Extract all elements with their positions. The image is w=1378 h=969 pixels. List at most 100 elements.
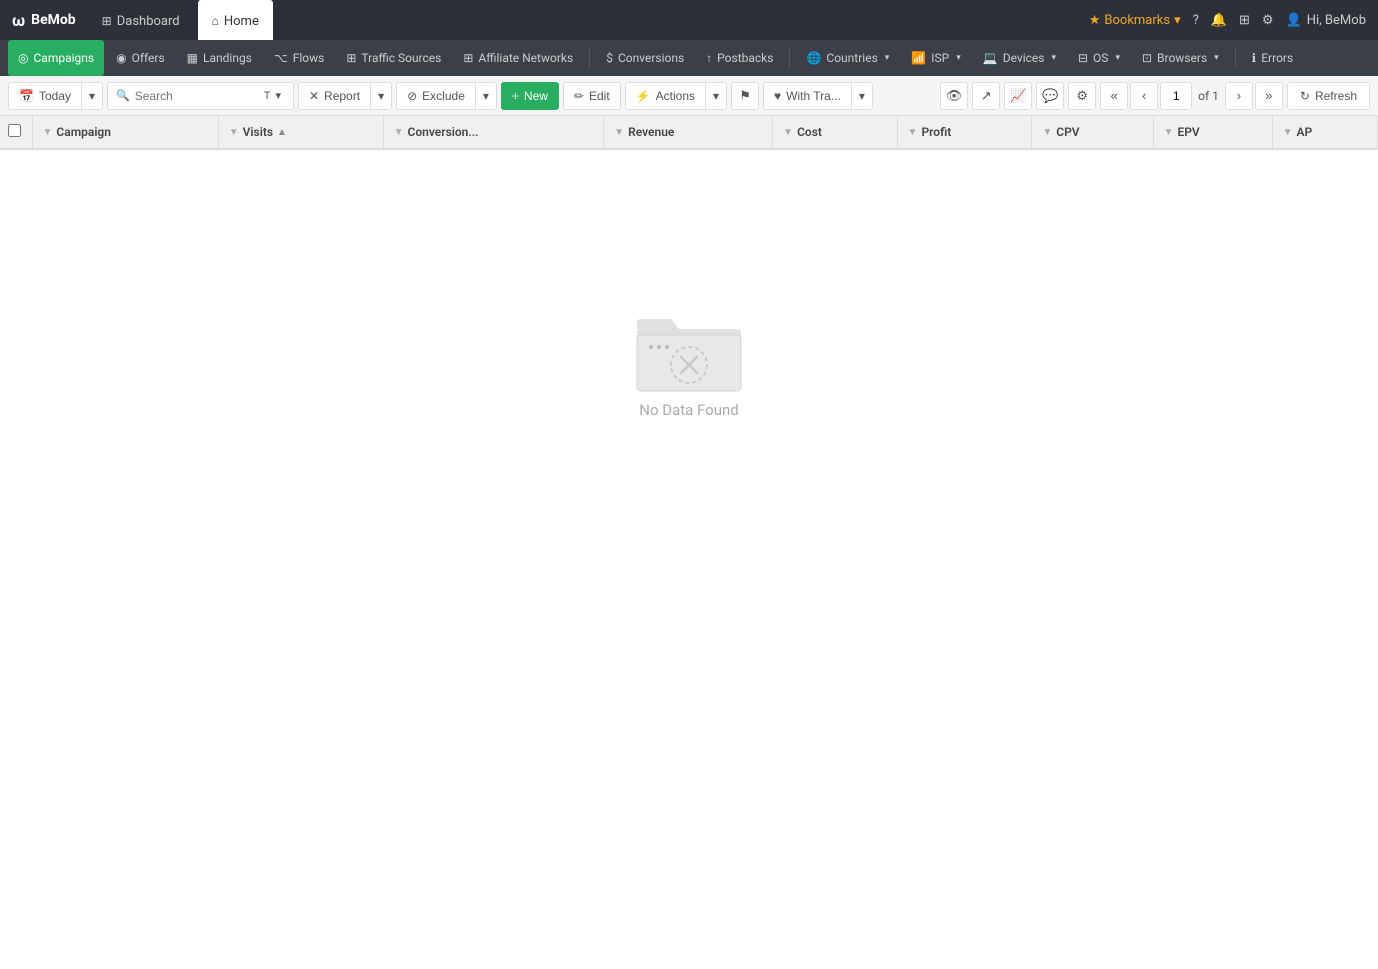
date-picker-dropdown[interactable]: ▾ xyxy=(81,82,103,110)
user-menu[interactable]: 👤 Hi, BeMob xyxy=(1286,13,1366,28)
ap-col-label: AP xyxy=(1296,125,1312,139)
top-bar-left: ω BeMob ⊞ Dashboard ⌂ Home xyxy=(12,0,273,40)
prev-page-icon: ‹ xyxy=(1142,88,1146,103)
nav-countries[interactable]: 🌐 Countries ▾ xyxy=(796,40,899,76)
with-tra-dropdown[interactable]: ▾ xyxy=(851,82,873,110)
first-page-icon: « xyxy=(1111,88,1118,103)
report-chevron: ▾ xyxy=(378,89,384,103)
nav-traffic-sources[interactable]: ⊞ Traffic Sources xyxy=(336,40,451,76)
settings-btn[interactable]: ⚙ xyxy=(1068,82,1096,110)
with-tra-btn[interactable]: ♥ With Tra... xyxy=(763,82,851,110)
nav-flows[interactable]: ⌥ Flows xyxy=(264,40,334,76)
next-page-btn[interactable]: › xyxy=(1225,82,1253,110)
col-visits[interactable]: ▼ Visits ▲ xyxy=(218,116,383,149)
report-dropdown[interactable]: ▾ xyxy=(370,82,392,110)
nav-postbacks[interactable]: ↑ Postbacks xyxy=(696,40,783,76)
cpv-col-label: CPV xyxy=(1056,125,1079,139)
nav-offers[interactable]: ◉ Offers xyxy=(106,40,175,76)
nav-browsers[interactable]: ⊡ Browsers ▾ xyxy=(1132,40,1229,76)
settings-icon[interactable]: ⚙ xyxy=(1262,13,1274,28)
nav-campaigns[interactable]: ◎ Campaigns xyxy=(8,40,104,76)
ap-filter-icon: ▼ xyxy=(1283,127,1293,138)
share-btn[interactable]: ↗ xyxy=(972,82,1000,110)
eye-icon: 👁 xyxy=(946,88,963,104)
col-campaign[interactable]: ▼ Campaign xyxy=(32,116,218,149)
actions-label: Actions xyxy=(656,89,695,103)
devices-chevron: ▾ xyxy=(1051,53,1056,63)
nav-divider-3 xyxy=(1235,48,1236,68)
isp-chevron: ▾ xyxy=(956,53,961,63)
col-cost[interactable]: ▼ Cost xyxy=(773,116,897,149)
actions-dropdown[interactable]: ▾ xyxy=(705,82,727,110)
page-input[interactable] xyxy=(1160,82,1192,110)
col-ap[interactable]: ▼ AP xyxy=(1272,116,1377,149)
next-page-icon: › xyxy=(1237,88,1241,103)
select-all-checkbox[interactable] xyxy=(8,124,21,137)
date-chevron-icon: ▾ xyxy=(89,89,95,103)
postbacks-icon: ↑ xyxy=(706,51,712,65)
tab-home[interactable]: ⌂ Home xyxy=(198,0,273,40)
edit-pencil-icon: ✏ xyxy=(574,89,584,103)
report-group: ✕ Report ▾ xyxy=(298,82,392,110)
nav-errors[interactable]: ℹ Errors xyxy=(1242,40,1304,76)
countries-icon: 🌐 xyxy=(806,51,821,65)
col-epv[interactable]: ▼ EPV xyxy=(1153,116,1272,149)
visits-filter-icon: ▼ xyxy=(229,127,239,138)
exclude-btn[interactable]: ⊘ Exclude xyxy=(396,82,475,110)
campaigns-label: Campaigns xyxy=(33,51,94,65)
bookmarks-btn[interactable]: ★ Bookmarks ▾ xyxy=(1089,13,1181,28)
actions-chevron: ▾ xyxy=(713,89,719,103)
browsers-chevron: ▾ xyxy=(1214,53,1219,63)
date-picker-btn[interactable]: 📅 Today xyxy=(8,82,81,110)
search-input[interactable] xyxy=(135,89,255,103)
report-btn[interactable]: ✕ Report xyxy=(298,82,370,110)
first-page-btn[interactable]: « xyxy=(1100,82,1128,110)
last-page-icon: » xyxy=(1265,88,1272,103)
calendar-icon: 📅 xyxy=(19,89,34,103)
actions-icon: ⚡ xyxy=(636,89,651,103)
exclude-icon: ⊘ xyxy=(407,89,417,103)
help-icon[interactable]: ? xyxy=(1193,13,1199,28)
last-page-btn[interactable]: » xyxy=(1255,82,1283,110)
nav-isp[interactable]: 📶 ISP ▾ xyxy=(901,40,970,76)
with-tra-group: ♥ With Tra... ▾ xyxy=(763,82,873,110)
col-cpv[interactable]: ▼ CPV xyxy=(1032,116,1153,149)
search-type-btn[interactable]: T ▾ xyxy=(260,82,285,110)
top-bar-right: ★ Bookmarks ▾ ? 🔔 ⊞ ⚙ 👤 Hi, BeMob xyxy=(1089,13,1366,28)
nav-landings[interactable]: ▦ Landings xyxy=(177,40,262,76)
refresh-btn[interactable]: ↻ Refresh xyxy=(1287,82,1370,110)
notifications-icon[interactable]: 🔔 xyxy=(1211,13,1227,28)
empty-folder-icon xyxy=(629,301,749,401)
nav-conversions[interactable]: $ Conversions xyxy=(596,40,694,76)
nav-devices[interactable]: 💻 Devices ▾ xyxy=(973,40,1066,76)
epv-filter-icon: ▼ xyxy=(1164,127,1174,138)
comment-btn[interactable]: 💬 xyxy=(1036,82,1064,110)
select-all-header[interactable] xyxy=(0,116,32,149)
traffic-sources-label: Traffic Sources xyxy=(361,51,441,65)
table-header: ▼ Campaign ▼ Visits ▲ ▼ Conversion... xyxy=(0,116,1378,149)
conversions-label: Conversions xyxy=(618,51,684,65)
new-btn[interactable]: + New xyxy=(501,82,559,110)
revenue-col-label: Revenue xyxy=(628,125,674,139)
user-icon: 👤 xyxy=(1286,13,1302,28)
actions-btn[interactable]: ⚡ Actions xyxy=(625,82,705,110)
col-profit[interactable]: ▼ Profit xyxy=(897,116,1032,149)
eye-btn[interactable]: 👁 xyxy=(940,82,968,110)
col-conversions[interactable]: ▼ Conversion... xyxy=(383,116,604,149)
prev-page-btn[interactable]: ‹ xyxy=(1130,82,1158,110)
visits-col-label: Visits xyxy=(243,125,273,139)
logo-text: BeMob xyxy=(31,12,76,28)
nav-affiliate-networks[interactable]: ⊞ Affiliate Networks xyxy=(453,40,583,76)
isp-icon: 📶 xyxy=(911,51,926,65)
layout-icon[interactable]: ⊞ xyxy=(1239,13,1250,28)
exclude-group: ⊘ Exclude ▾ xyxy=(396,82,497,110)
col-revenue[interactable]: ▼ Revenue xyxy=(604,116,773,149)
flag-btn[interactable]: ⚑ xyxy=(731,82,759,110)
tab-dashboard[interactable]: ⊞ Dashboard xyxy=(88,0,194,40)
chart-btn[interactable]: 📈 xyxy=(1004,82,1032,110)
nav-os[interactable]: ⊟ OS ▾ xyxy=(1068,40,1130,76)
gear-icon: ⚙ xyxy=(1076,88,1088,104)
edit-btn[interactable]: ✏ Edit xyxy=(563,82,621,110)
exclude-dropdown[interactable]: ▾ xyxy=(475,82,497,110)
errors-icon: ℹ xyxy=(1252,51,1257,65)
